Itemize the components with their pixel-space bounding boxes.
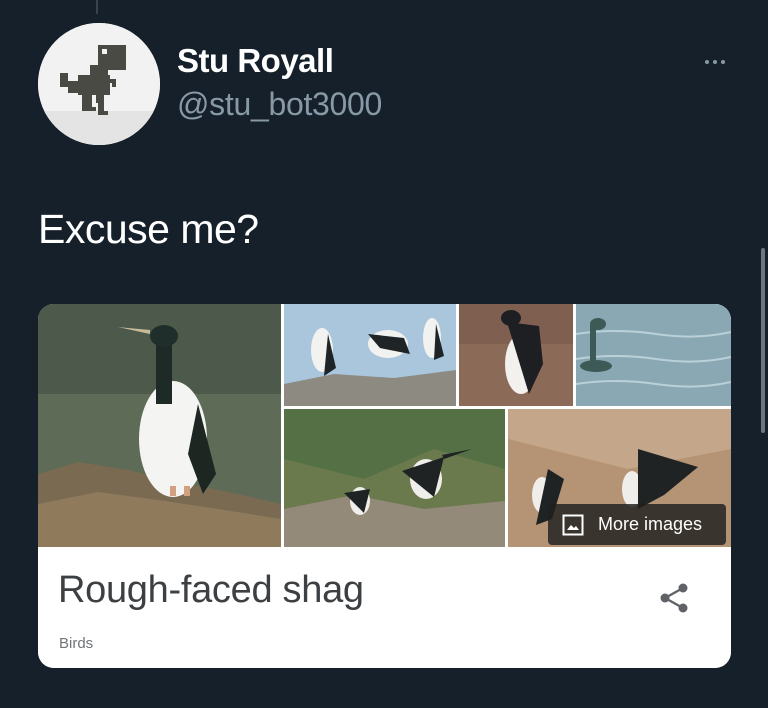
search-result-card[interactable]: More images Rough-faced shag Birds: [38, 304, 731, 668]
more-images-button[interactable]: More images: [548, 504, 726, 545]
image-icon: [562, 514, 584, 535]
shag-photo-swimming[interactable]: [576, 304, 731, 406]
card-subtitle: Birds: [59, 635, 94, 652]
more-options-icon[interactable]: [698, 52, 732, 72]
dinosaur-icon: [38, 23, 160, 145]
author-name[interactable]: Stu Royall: [177, 42, 334, 80]
shag-photo-rocks[interactable]: [284, 409, 505, 547]
tweet-text: Excuse me?: [38, 206, 259, 252]
scrollbar[interactable]: [761, 248, 765, 433]
author-handle[interactable]: @stu_bot3000: [177, 86, 382, 123]
thread-connector-line: [96, 0, 98, 14]
dot-icon: [713, 60, 717, 64]
shag-photo-group[interactable]: [284, 304, 456, 406]
image-grid: More images: [38, 304, 731, 547]
shag-photo-main[interactable]: [38, 304, 281, 547]
more-images-label: More images: [598, 514, 703, 534]
card-title[interactable]: Rough-faced shag: [58, 569, 364, 612]
dot-icon: [705, 60, 709, 64]
share-icon[interactable]: [656, 580, 692, 616]
avatar[interactable]: [38, 23, 160, 145]
shag-photo-pair[interactable]: [459, 304, 573, 406]
card-footer: Rough-faced shag Birds: [38, 547, 731, 668]
dot-icon: [721, 60, 725, 64]
